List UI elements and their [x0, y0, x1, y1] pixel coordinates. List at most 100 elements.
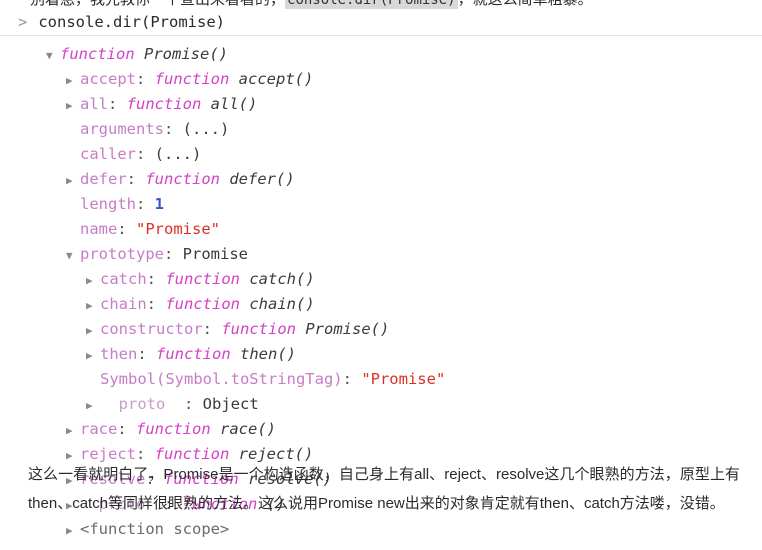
- value-plain: Promise: [182, 245, 248, 263]
- value-plain: (...): [154, 145, 202, 163]
- clipped-text-before: 别着急，我先教你一个查出来看看的，: [30, 0, 285, 8]
- chevron-right-icon[interactable]: [66, 168, 80, 193]
- tree-row[interactable]: <function scope>: [0, 517, 762, 542]
- property-name: constructor: [100, 320, 203, 338]
- property-name: caller: [80, 145, 136, 163]
- property-separator: :: [146, 270, 166, 288]
- value-plain: (...): [182, 120, 230, 138]
- chevron-down-icon[interactable]: [46, 43, 60, 68]
- tree-row[interactable]: defer: function defer(): [0, 167, 762, 192]
- tree-row[interactable]: race: function race(): [0, 417, 762, 442]
- function-keyword: function: [145, 170, 220, 188]
- console-input-row[interactable]: > console.dir(Promise): [0, 11, 762, 36]
- tree-row[interactable]: all: function all(): [0, 92, 762, 117]
- chevron-right-icon[interactable]: [66, 68, 80, 93]
- property-separator: :: [136, 195, 155, 213]
- function-keyword: function: [136, 420, 211, 438]
- tree-row[interactable]: length: 1: [0, 192, 762, 217]
- property-name: catch: [100, 270, 147, 288]
- chevron-down-icon[interactable]: [66, 243, 80, 268]
- property-separator: :: [126, 170, 146, 188]
- tree-row[interactable]: arguments: (...): [0, 117, 762, 142]
- function-signature: catch(): [249, 270, 315, 288]
- chevron-right-icon[interactable]: [66, 418, 80, 443]
- console-input-text[interactable]: console.dir(Promise): [38, 13, 225, 31]
- tree-row[interactable]: constructor: function Promise(): [0, 317, 762, 342]
- value-string: "Promise": [361, 370, 446, 388]
- chevron-right-icon[interactable]: [86, 318, 100, 343]
- function-keyword: function: [126, 95, 202, 113]
- tree-row[interactable]: chain: function chain(): [0, 292, 762, 317]
- clipped-article-line: 别着急，我先教你一个查出来看看的，console.dir(Promise)，就这…: [0, 0, 762, 11]
- value-number: 1: [154, 195, 165, 213]
- property-name: race: [80, 420, 118, 438]
- tree-row[interactable]: Symbol(Symbol.toStringTag): "Promise": [0, 367, 762, 392]
- inline-code-console-dir: console.dir(Promise): [285, 0, 458, 9]
- chevron-right-icon[interactable]: [86, 293, 100, 318]
- function-signature: Promise(): [144, 45, 228, 63]
- property-separator: :: [136, 145, 155, 163]
- tree-row[interactable]: accept: function accept(): [0, 67, 762, 92]
- function-keyword: function: [156, 345, 231, 363]
- property-separator: :: [342, 370, 362, 388]
- chevron-right-icon[interactable]: [66, 518, 80, 543]
- function-scope-label: <function scope>: [80, 520, 230, 538]
- property-separator: :: [137, 345, 156, 363]
- property-name: all: [80, 95, 108, 113]
- value-plain: Object: [202, 395, 259, 413]
- function-keyword: function: [154, 70, 230, 88]
- function-keyword: function: [60, 45, 135, 63]
- tree-row[interactable]: proto : Object: [0, 392, 762, 417]
- property-separator: :: [146, 295, 166, 313]
- property-separator: :: [164, 120, 183, 138]
- tree-row[interactable]: name: "Promise": [0, 217, 762, 242]
- tree-row[interactable]: then: function then(): [0, 342, 762, 367]
- chevron-right-icon[interactable]: [86, 268, 100, 293]
- chevron-right-icon[interactable]: [86, 343, 100, 368]
- function-signature: Promise(): [305, 320, 390, 338]
- property-separator: :: [136, 70, 155, 88]
- property-name: defer: [80, 170, 127, 188]
- property-separator: :: [164, 245, 183, 263]
- property-separator: :: [117, 420, 136, 438]
- chevron-right-icon[interactable]: [86, 393, 100, 418]
- function-signature: then(): [240, 345, 296, 363]
- tree-row[interactable]: prototype: Promise: [0, 242, 762, 267]
- tree-row[interactable]: function Promise(): [0, 42, 762, 67]
- value-string: "Promise": [136, 220, 220, 238]
- function-signature: all(): [210, 95, 258, 113]
- property-name: name: [80, 220, 118, 238]
- property-separator: :: [202, 320, 222, 338]
- property-name: chain: [100, 295, 147, 313]
- property-name: then: [100, 345, 138, 363]
- clipped-text-after: ，就这么简单粗暴。: [458, 0, 593, 8]
- property-name: arguments: [80, 120, 164, 138]
- proto-property-name: proto: [100, 395, 184, 413]
- property-name: accept: [80, 70, 136, 88]
- chevron-right-icon[interactable]: [66, 93, 80, 118]
- function-signature: chain(): [249, 295, 315, 313]
- property-separator: :: [108, 95, 127, 113]
- property-name: length: [80, 195, 136, 213]
- function-keyword: function: [221, 320, 296, 338]
- prompt-caret-icon: >: [18, 13, 28, 31]
- symbol-property-name: Symbol(Symbol.toStringTag): [100, 370, 343, 388]
- function-signature: accept(): [238, 70, 314, 88]
- tree-row[interactable]: catch: function catch(): [0, 267, 762, 292]
- function-keyword: function: [165, 295, 240, 313]
- function-signature: defer(): [229, 170, 295, 188]
- function-signature: race(): [220, 420, 276, 438]
- property-separator: :: [184, 395, 203, 413]
- property-separator: :: [117, 220, 136, 238]
- tree-row[interactable]: caller: (...): [0, 142, 762, 167]
- article-paragraph: 这么一看就明白了，Promise是一个构造函数，自己身上有all、reject、…: [28, 466, 740, 512]
